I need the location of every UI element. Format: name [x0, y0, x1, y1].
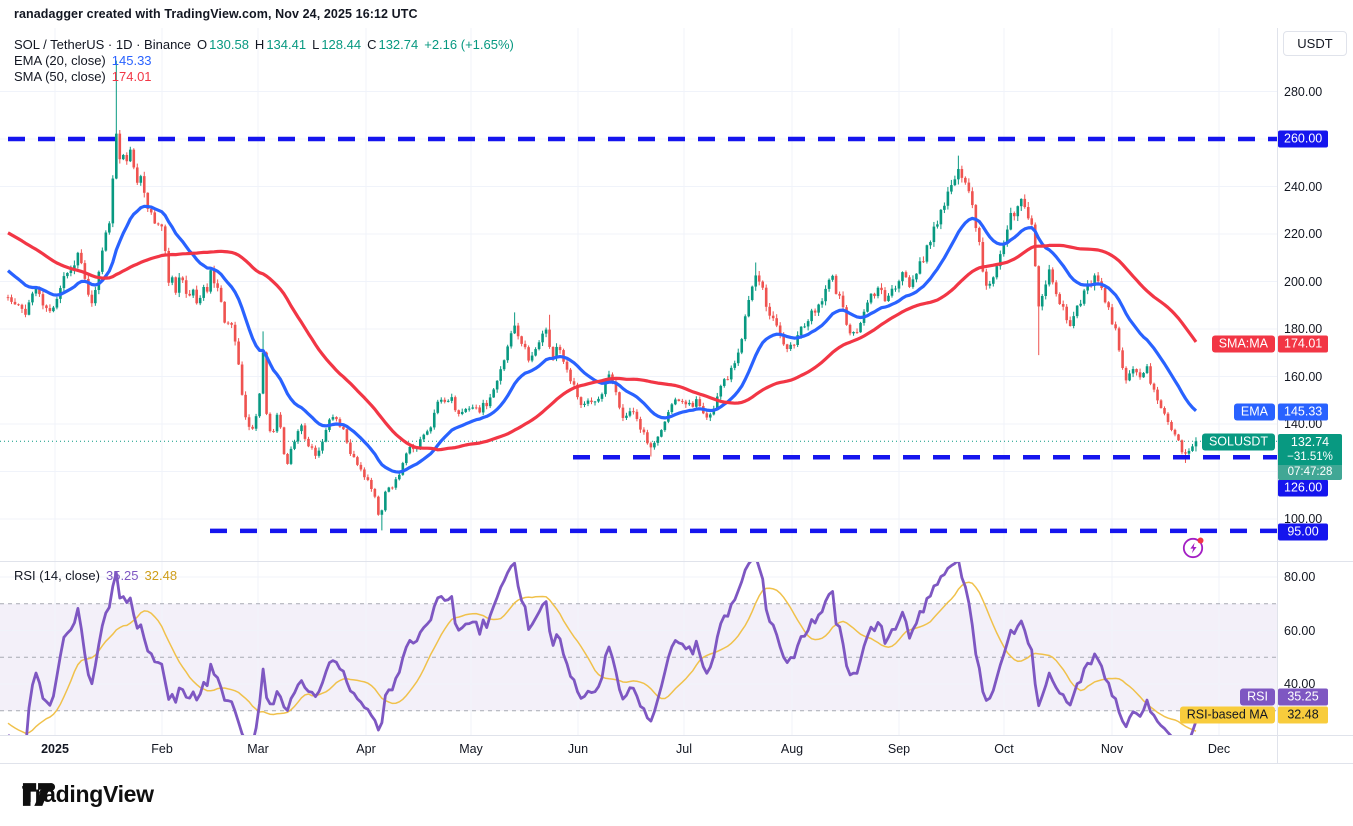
ohlc-open: O130.58 — [197, 37, 249, 52]
rsi-value: 35.25 — [106, 568, 139, 583]
time-label-Mar: Mar — [247, 742, 269, 756]
price-tick-280.00: 280.00 — [1284, 85, 1322, 99]
time-axis-separator — [0, 735, 1353, 736]
price-tick-180.00: 180.00 — [1284, 322, 1322, 336]
sma50-line — [8, 233, 1196, 450]
price-chart-pane[interactable] — [0, 28, 1277, 561]
sma-label[interactable]: SMA (50, close) — [14, 69, 106, 84]
current-price-value: 132.74 — [1278, 434, 1342, 450]
series-tag-rsi: RSI — [1240, 689, 1275, 706]
axis-badge-32.48: 32.48 — [1278, 707, 1328, 724]
ema20-line — [8, 206, 1196, 472]
price-tick-220.00: 220.00 — [1284, 227, 1322, 241]
axis-badge-126.00: 126.00 — [1278, 480, 1328, 497]
axis-badge-260.00: 260.00 — [1278, 131, 1328, 148]
rsi-legend-row: RSI (14, close) 35.25 32.48 — [14, 568, 177, 583]
candles-group — [7, 61, 1198, 531]
price-tick-200.00: 200.00 — [1284, 275, 1322, 289]
ohlc-low: L128.44 — [312, 37, 361, 52]
rsi-indicator-pane[interactable] — [0, 561, 1277, 735]
price-tick-240.00: 240.00 — [1284, 180, 1322, 194]
rsi-ma-value: 32.48 — [145, 568, 178, 583]
axis-badge-35.25: 35.25 — [1278, 689, 1328, 706]
series-tag-ema: EMA — [1234, 404, 1275, 421]
current-price-axis-label: 132.74 −31.51% 07:47:28 — [1278, 434, 1342, 480]
ema-label[interactable]: EMA (20, close) — [14, 53, 106, 68]
symbol-legend-row: SOL / TetherUS · 1D · Binance O130.58 H1… — [14, 37, 514, 52]
current-price-change: −31.51% — [1278, 450, 1342, 465]
rsi-tick-80.00: 80.00 — [1284, 570, 1315, 584]
time-label-Sep: Sep — [888, 742, 910, 756]
rsi-tick-60.00: 60.00 — [1284, 624, 1315, 638]
ohlc-high: H134.41 — [255, 37, 306, 52]
price-tick-160.00: 160.00 — [1284, 370, 1322, 384]
time-label-Feb: Feb — [151, 742, 173, 756]
time-label-Apr: Apr — [356, 742, 375, 756]
pane-separator[interactable] — [0, 561, 1353, 562]
time-label-Jul: Jul — [676, 742, 692, 756]
bottom-border — [0, 763, 1353, 764]
change-value: +2.16 (+1.65%) — [424, 37, 514, 52]
series-tag-sma-ma: SMA:MA — [1212, 336, 1275, 353]
axis-badge-95.00: 95.00 — [1278, 524, 1328, 541]
attribution-text: ranadagger created with TradingView.com,… — [14, 7, 418, 21]
tradingview-logo-mark — [22, 780, 56, 809]
rsi-label[interactable]: RSI (14, close) — [14, 568, 100, 583]
time-label-Nov: Nov — [1101, 742, 1123, 756]
boost-flash-icon[interactable] — [1181, 534, 1207, 560]
time-label-Jun: Jun — [568, 742, 588, 756]
symbol-title[interactable]: SOL / TetherUS · 1D · Binance — [14, 37, 191, 52]
time-label-Aug: Aug — [781, 742, 803, 756]
ema-value: 145.33 — [112, 53, 152, 68]
series-tag-rsi-based-ma: RSI-based MA — [1180, 707, 1275, 724]
ema-legend-row: EMA (20, close) 145.33 — [14, 53, 152, 68]
time-label-2025: 2025 — [41, 742, 69, 756]
axis-badge-174.01: 174.01 — [1278, 336, 1328, 353]
time-label-Oct: Oct — [994, 742, 1013, 756]
series-tag-solusdt: SOLUSDT — [1202, 434, 1275, 451]
time-label-May: May — [459, 742, 483, 756]
tradingview-chart-screenshot: ranadagger created with TradingView.com,… — [0, 0, 1353, 826]
tradingview-logo[interactable]: TradingView — [22, 781, 154, 808]
sma-legend-row: SMA (50, close) 174.01 — [14, 69, 152, 84]
sma-value: 174.01 — [112, 69, 152, 84]
axis-badge-145.33: 145.33 — [1278, 404, 1328, 421]
ohlc-close: C132.74 — [367, 37, 418, 52]
time-label-Dec: Dec — [1208, 742, 1230, 756]
bar-countdown: 07:47:28 — [1278, 465, 1342, 480]
currency-toggle-button[interactable]: USDT — [1283, 31, 1347, 56]
